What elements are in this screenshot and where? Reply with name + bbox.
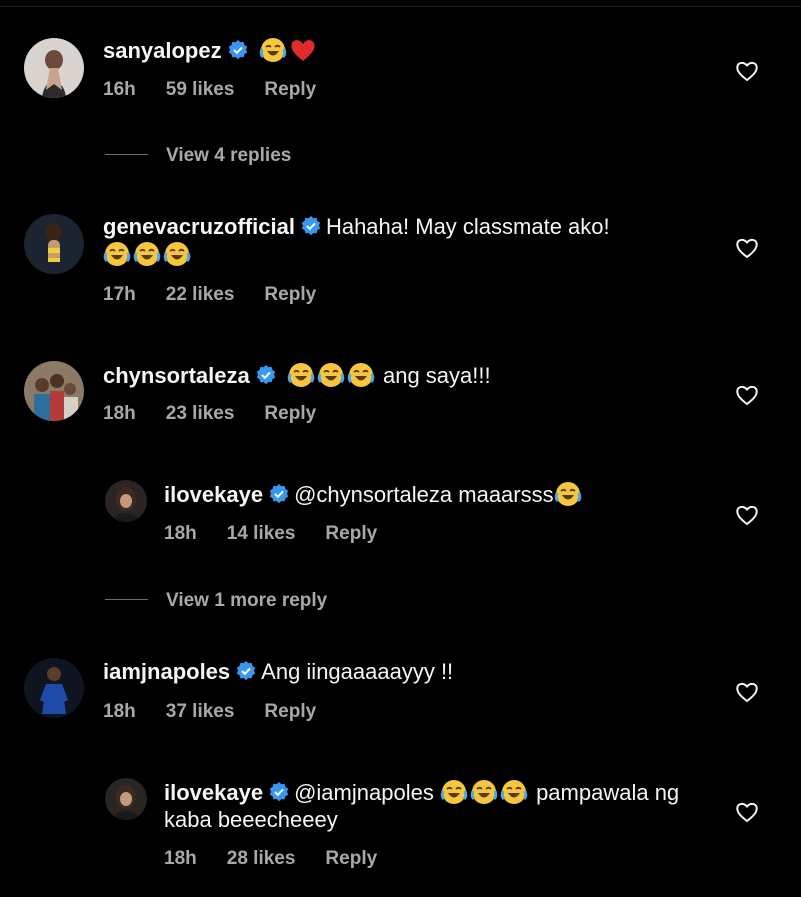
reply-button[interactable]: Reply [264,284,316,305]
like-heart-icon[interactable] [735,236,759,260]
face-with-tears-of-joy-icon [163,242,191,266]
reply-button[interactable]: Reply [325,523,377,544]
comment-meta: 17h 22 likes Reply [103,284,346,306]
avatar[interactable] [24,361,84,421]
face-with-tears-of-joy-icon [287,363,315,387]
view-replies-label: View 4 replies [166,145,292,166]
reply-button[interactable]: Reply [264,79,316,100]
like-heart-icon[interactable] [735,503,759,527]
face-with-tears-of-joy-icon [470,780,498,804]
verified-badge-icon [256,365,275,385]
reply-button[interactable]: Reply [264,701,316,722]
face-with-tears-of-joy-icon [133,242,161,266]
comment-meta: 18h 14 likes Reply [164,523,407,545]
comment-mention[interactable]: @iamjnapoles [294,780,434,805]
avatar[interactable] [105,778,147,820]
face-with-tears-of-joy-icon [347,363,375,387]
comment-time: 18h [103,701,136,722]
comment-text: iamjnapoles Ang iingaaaaayyy !! [103,658,703,685]
comment-likes[interactable]: 28 likes [227,848,296,869]
view-replies-button[interactable]: View 4 replies [105,145,291,167]
reply-button[interactable]: Reply [264,403,316,424]
comment-likes[interactable]: 59 likes [166,79,235,100]
avatar[interactable] [24,38,84,98]
comment-time: 17h [103,284,136,305]
view-more-replies-button[interactable]: View 1 more reply [105,590,327,612]
like-heart-icon[interactable] [735,59,759,83]
avatar[interactable] [24,214,84,274]
view-replies-label: View 1 more reply [166,590,328,611]
face-with-tears-of-joy-icon [317,363,345,387]
comment-text: chynsortaleza ang saya!!! [103,361,703,389]
face-with-tears-of-joy-icon [103,242,131,266]
comment-message: Ang iingaaaaayyy !! [261,659,454,684]
like-heart-icon[interactable] [735,383,759,407]
reply-button[interactable]: Reply [325,848,377,869]
verified-badge-icon [269,484,289,504]
comment-username[interactable]: ilovekaye [164,780,263,805]
like-heart-icon[interactable] [735,680,759,704]
face-with-tears-of-joy-icon [440,780,468,804]
comment-text: sanyalopez [103,36,703,64]
face-with-tears-of-joy-icon [500,780,528,804]
comment-time: 18h [103,403,136,424]
comment-message: ang saya!!! [382,363,491,388]
face-with-tears-of-joy-icon [259,38,287,62]
comment-username[interactable]: sanyalopez [103,38,222,63]
red-heart-icon [291,40,315,61]
top-divider [0,6,801,7]
verified-badge-icon [236,661,256,681]
comment-username[interactable]: chynsortaleza [103,363,250,388]
comment-likes[interactable]: 37 likes [166,701,235,722]
comment-meta: 16h 59 likes Reply [103,79,346,101]
comment-username[interactable]: iamjnapoles [103,659,230,684]
comment-meta: 18h 28 likes Reply [164,848,407,870]
verified-badge-icon [301,216,321,236]
comment-text: ilovekaye @chynsortaleza maaarsss [164,480,704,508]
face-with-tears-of-joy-icon [554,482,581,506]
comment-message: @chynsortaleza maaarsss [294,482,554,507]
comment-meta: 18h 23 likes Reply [103,403,346,425]
comment-time: 16h [103,79,136,100]
comment-username[interactable]: genevacruzofficial [103,214,295,239]
comment-username[interactable]: ilovekaye [164,482,263,507]
comment-message: Hahaha! May classmate ako! [325,214,610,239]
divider-line [105,154,148,155]
comment-text: genevacruzofficial Hahaha! May classmate … [103,213,703,268]
verified-badge-icon [269,782,289,802]
divider-line [105,599,148,600]
verified-badge-icon [228,40,247,60]
avatar[interactable] [24,658,84,718]
comment-time: 18h [164,848,197,869]
comment-likes[interactable]: 23 likes [166,403,235,424]
comment-likes[interactable]: 14 likes [227,523,296,544]
like-heart-icon[interactable] [735,800,759,824]
comment-text: ilovekaye @iamjnapoles pampawala ng kaba … [164,778,704,833]
comment-meta: 18h 37 likes Reply [103,701,346,723]
comment-time: 18h [164,523,197,544]
comment-likes[interactable]: 22 likes [166,284,235,305]
avatar[interactable] [105,480,147,522]
